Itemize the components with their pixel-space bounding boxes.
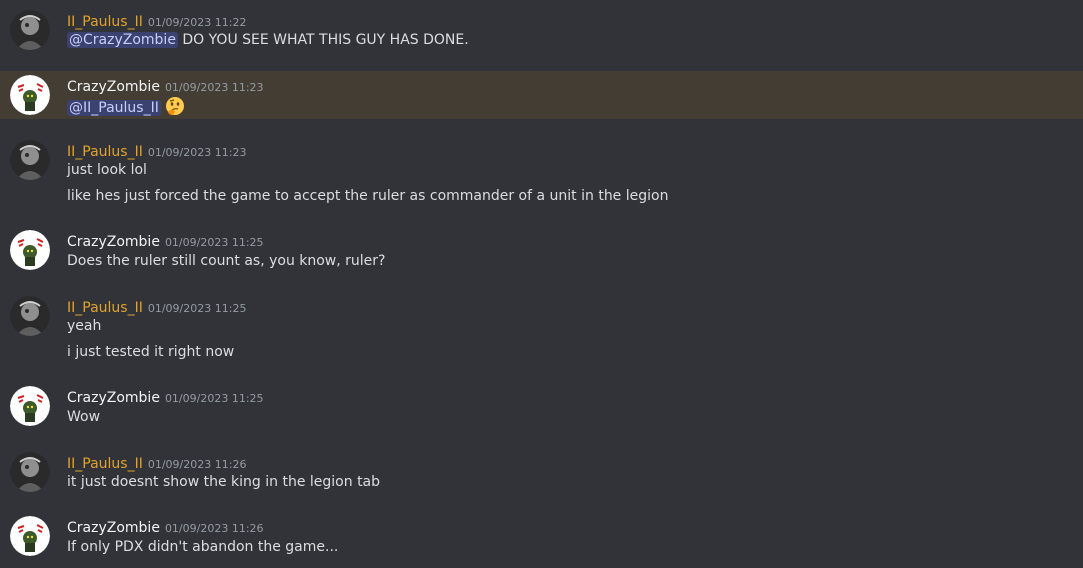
- user-avatar-zombie[interactable]: [10, 386, 50, 426]
- user-avatar-zombie[interactable]: [10, 516, 50, 556]
- message[interactable]: II_Paulus_II 01/09/2023 11:26 it just doe…: [0, 442, 1083, 502]
- user-avatar-zombie[interactable]: [10, 75, 50, 115]
- avatar-image: [10, 140, 50, 180]
- timestamp: 01/09/2023 11:25: [164, 236, 264, 249]
- avatar-image: [10, 296, 50, 336]
- message[interactable]: II_Paulus_II 01/09/2023 11:23 just look l…: [0, 130, 1083, 216]
- message[interactable]: II_Paulus_II 01/09/2023 11:25 yeah i just…: [0, 286, 1083, 372]
- timestamp: 01/09/2023 11:25: [147, 302, 247, 315]
- author-name[interactable]: CrazyZombie: [67, 390, 160, 406]
- message-text: just look lol: [67, 162, 147, 178]
- avatar-image: [10, 516, 50, 556]
- user-avatar-zombie[interactable]: [10, 230, 50, 270]
- timestamp: 01/09/2023 11:22: [147, 16, 247, 29]
- user-mention[interactable]: @II_Paulus_II: [67, 100, 161, 116]
- message[interactable]: CrazyZombie 01/09/2023 11:25 Does the rul…: [0, 221, 1083, 281]
- message[interactable]: II_Paulus_II 01/09/2023 11:22 @CrazyZombi…: [0, 0, 1083, 70]
- message-highlighted[interactable]: CrazyZombie 01/09/2023 11:23 @II_Paulus_I…: [0, 71, 1083, 119]
- thinking-face-emoji: [165, 96, 185, 120]
- message-text: like hes just forced the game to accept …: [67, 188, 669, 204]
- author-name[interactable]: CrazyZombie: [67, 79, 160, 95]
- avatar-image: [10, 452, 50, 492]
- chat-messages: II_Paulus_II 01/09/2023 11:22 @CrazyZombi…: [0, 0, 1083, 568]
- message-text: Wow: [67, 409, 101, 425]
- author-name[interactable]: II_Paulus_II: [67, 144, 143, 160]
- user-avatar-paulus[interactable]: [10, 10, 50, 50]
- message-text: If only PDX didn't abandon the game...: [67, 539, 339, 555]
- message[interactable]: CrazyZombie 01/09/2023 11:26 If only PDX …: [0, 507, 1083, 568]
- author-name[interactable]: II_Paulus_II: [67, 456, 143, 472]
- user-avatar-paulus[interactable]: [10, 296, 50, 336]
- message-text: yeah: [67, 318, 102, 334]
- timestamp: 01/09/2023 11:26: [164, 522, 264, 535]
- message-text: Does the ruler still count as, you know,…: [67, 253, 386, 269]
- author-name[interactable]: II_Paulus_II: [67, 14, 143, 30]
- message-content: @II_Paulus_II: [67, 96, 185, 120]
- user-avatar-paulus[interactable]: [10, 140, 50, 180]
- message[interactable]: CrazyZombie 01/09/2023 11:25 Wow: [0, 377, 1083, 437]
- avatar-image: [10, 10, 50, 50]
- timestamp: 01/09/2023 11:25: [164, 392, 264, 405]
- message-content: @CrazyZombie DO YOU SEE WHAT THIS GUY HA…: [67, 32, 469, 48]
- avatar-image: [10, 386, 50, 426]
- author-name[interactable]: CrazyZombie: [67, 234, 160, 250]
- timestamp: 01/09/2023 11:26: [147, 458, 247, 471]
- author-name[interactable]: II_Paulus_II: [67, 300, 143, 316]
- user-mention[interactable]: @CrazyZombie: [67, 32, 178, 48]
- avatar-image: [10, 230, 50, 270]
- author-name[interactable]: CrazyZombie: [67, 520, 160, 536]
- message-text: i just tested it right now: [67, 344, 235, 360]
- timestamp: 01/09/2023 11:23: [164, 81, 264, 94]
- avatar-image: [10, 75, 50, 115]
- timestamp: 01/09/2023 11:23: [147, 146, 247, 159]
- user-avatar-paulus[interactable]: [10, 452, 50, 492]
- message-text: it just doesnt show the king in the legi…: [67, 474, 381, 490]
- message-text: DO YOU SEE WHAT THIS GUY HAS DONE.: [177, 32, 469, 48]
